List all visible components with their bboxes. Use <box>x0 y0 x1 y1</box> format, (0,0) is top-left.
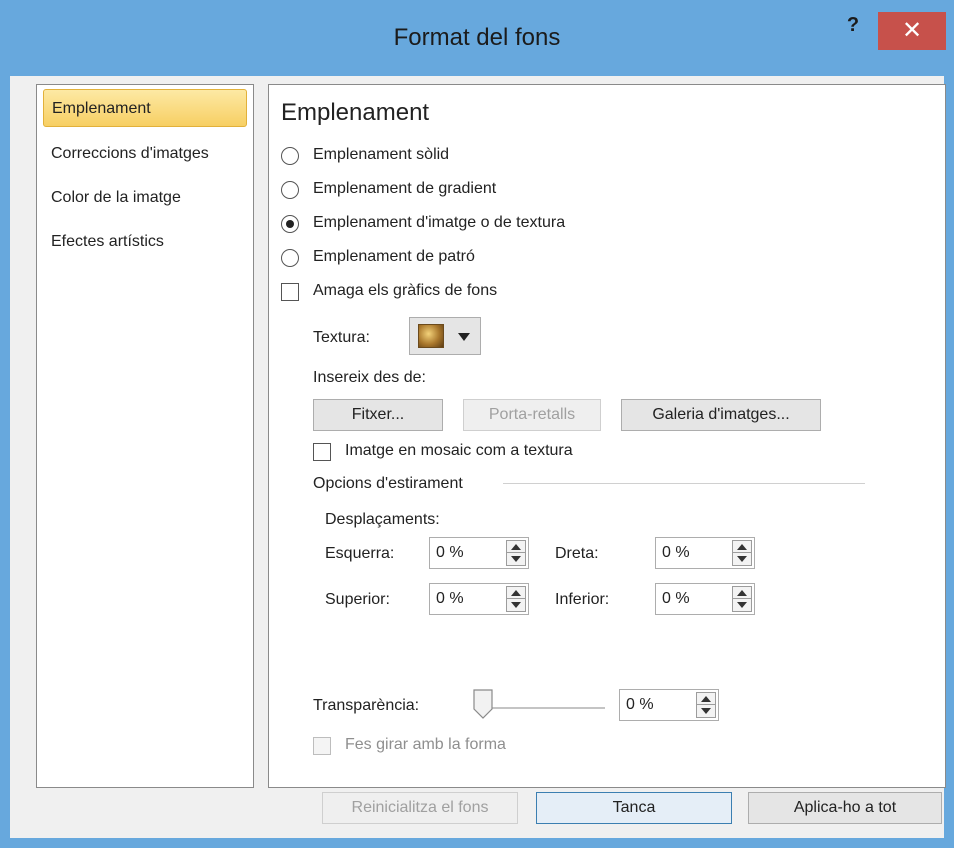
texture-picker[interactable] <box>409 317 481 355</box>
right-offset-label: Dreta: <box>555 545 599 562</box>
section-divider <box>503 483 865 484</box>
insert-from-label: Insereix des de: <box>313 369 426 386</box>
chevron-down-icon <box>458 333 470 341</box>
close-button[interactable]: Tanca <box>536 792 732 824</box>
solid-fill-radio[interactable] <box>281 147 299 165</box>
picture-texture-fill-label[interactable]: Emplenament d'imatge o de textura <box>313 214 565 232</box>
spinner-arrows-icon[interactable] <box>696 692 716 718</box>
fill-panel: Emplenament Emplenament sòlid Emplenamen… <box>268 84 946 788</box>
stretch-options-label: Opcions d'estirament <box>313 475 463 492</box>
gradient-fill-radio[interactable] <box>281 181 299 199</box>
title-bar[interactable]: Format del fons ? ✕ <box>0 0 954 76</box>
nav-item-fill[interactable]: Emplenament <box>43 89 247 127</box>
file-button[interactable]: Fitxer... <box>313 399 443 431</box>
dialog-body: Emplenament Correccions d'imatges Color … <box>10 76 946 838</box>
transparency-label: Transparència: <box>313 697 420 714</box>
bottom-offset-label: Inferior: <box>555 591 610 608</box>
spinner-arrows-icon[interactable] <box>732 586 752 612</box>
transparency-slider-thumb[interactable] <box>473 689 493 719</box>
rotate-with-shape-label: Fes girar amb la forma <box>345 736 506 753</box>
nav-item-artistic-effects[interactable]: Efectes artístics <box>43 223 247 261</box>
tile-texture-label[interactable]: Imatge en mosaic com a textura <box>345 442 573 460</box>
picture-texture-fill-radio[interactable] <box>281 215 299 233</box>
left-offset-value[interactable]: 0 % <box>436 544 464 562</box>
bottom-offset-spinner[interactable]: 0 % <box>655 583 755 615</box>
reset-background-button[interactable]: Reinicialitza el fons <box>322 792 518 824</box>
left-offset-spinner[interactable]: 0 % <box>429 537 529 569</box>
dialog-title: Format del fons <box>393 24 561 51</box>
close-icon[interactable]: ✕ <box>878 12 946 50</box>
apply-to-all-button[interactable]: Aplica-ho a tot <box>748 792 942 824</box>
bottom-offset-value[interactable]: 0 % <box>662 590 690 608</box>
spinner-arrows-icon[interactable] <box>732 540 752 566</box>
dialog-window: Format del fons ? ✕ Emplenament Correcci… <box>0 0 954 848</box>
transparency-slider-track[interactable] <box>481 707 605 709</box>
left-offset-label: Esquerra: <box>325 545 395 562</box>
right-offset-value[interactable]: 0 % <box>662 544 690 562</box>
texture-label: Textura: <box>313 329 370 346</box>
solid-fill-label[interactable]: Emplenament sòlid <box>313 146 449 164</box>
gallery-button[interactable]: Galeria d'imatges... <box>621 399 821 431</box>
hide-background-checkbox[interactable] <box>281 283 299 301</box>
texture-swatch-icon <box>418 324 444 348</box>
top-offset-spinner[interactable]: 0 % <box>429 583 529 615</box>
category-list: Emplenament Correccions d'imatges Color … <box>36 84 254 788</box>
offsets-label: Desplaçaments: <box>325 511 440 528</box>
pattern-fill-label[interactable]: Emplenament de patró <box>313 248 475 266</box>
clipboard-button[interactable]: Porta-retalls <box>463 399 601 431</box>
spinner-arrows-icon[interactable] <box>506 540 526 566</box>
hide-background-label[interactable]: Amaga els gràfics de fons <box>313 282 497 300</box>
spinner-arrows-icon[interactable] <box>506 586 526 612</box>
transparency-value[interactable]: 0 % <box>626 696 654 714</box>
top-offset-value[interactable]: 0 % <box>436 590 464 608</box>
nav-item-picture-color[interactable]: Color de la imatge <box>43 179 247 217</box>
help-button[interactable]: ? <box>838 14 868 38</box>
nav-item-picture-corrections[interactable]: Correccions d'imatges <box>43 135 247 173</box>
transparency-spinner[interactable]: 0 % <box>619 689 719 721</box>
right-offset-spinner[interactable]: 0 % <box>655 537 755 569</box>
top-offset-label: Superior: <box>325 591 390 608</box>
panel-title: Emplenament <box>281 99 430 126</box>
rotate-with-shape-checkbox[interactable] <box>313 737 331 755</box>
tile-texture-checkbox[interactable] <box>313 443 331 461</box>
gradient-fill-label[interactable]: Emplenament de gradient <box>313 180 496 198</box>
pattern-fill-radio[interactable] <box>281 249 299 267</box>
